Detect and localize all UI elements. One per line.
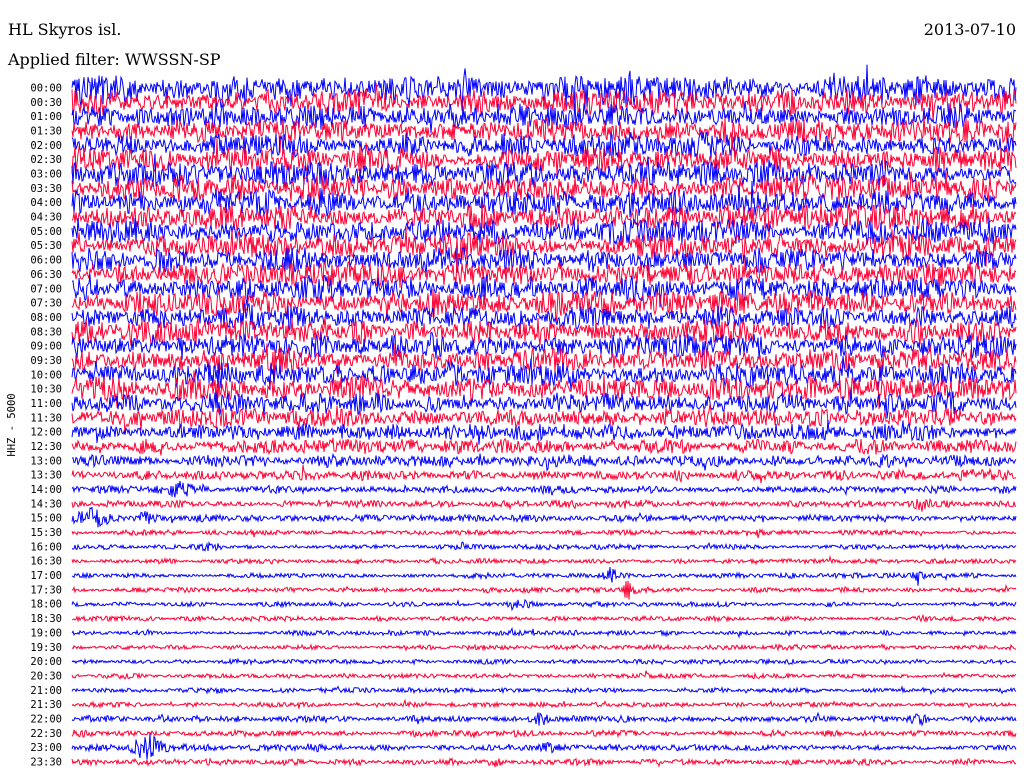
- trace-row: [71, 698, 1017, 710]
- trace-row: [71, 626, 1017, 639]
- row-time-label: 21:00: [30, 685, 62, 697]
- y-axis-label: HHZ - 5000: [6, 393, 18, 456]
- row-time-label: 13:30: [30, 470, 62, 482]
- row-time-label: 18:30: [30, 613, 62, 625]
- row-time-label: 12:30: [30, 441, 62, 453]
- trace-row: [71, 481, 1017, 498]
- row-time-label: 17:30: [30, 584, 62, 596]
- row-time-label: 00:00: [30, 83, 62, 95]
- trace-row: [71, 657, 1017, 667]
- row-time-label: 09:00: [30, 341, 62, 353]
- row-time-label: 18:00: [30, 599, 62, 611]
- row-time-label: 04:00: [30, 197, 62, 209]
- trace-row: [71, 598, 1017, 612]
- trace-row: [71, 528, 1017, 539]
- trace-row: [71, 670, 1017, 681]
- trace-row: [71, 685, 1017, 696]
- trace-row: [71, 506, 1017, 528]
- row-time-label: 16:30: [30, 556, 62, 568]
- row-time-label: 10:00: [30, 369, 62, 381]
- row-time-label: 06:00: [30, 255, 62, 267]
- row-time-label: 12:00: [30, 427, 62, 439]
- row-time-label: 16:00: [30, 541, 62, 553]
- trace-row: [71, 437, 1017, 456]
- row-time-label: 15:00: [30, 513, 62, 525]
- row-time-label: 20:30: [30, 670, 62, 682]
- row-time-label: 14:30: [30, 498, 62, 510]
- row-time-label: 09:30: [30, 355, 62, 367]
- row-time-label: 13:00: [30, 455, 62, 467]
- row-time-label: 03:30: [30, 183, 62, 195]
- row-time-labels: 00:00 00:30 01:00 01:30 02:00 02:30 03:00 03:30…: [30, 83, 62, 769]
- row-time-label: 08:00: [30, 312, 62, 324]
- row-time-label: 07:30: [30, 298, 62, 310]
- row-time-label: 19:30: [30, 642, 62, 654]
- trace-row: [71, 555, 1017, 566]
- trace-row: [71, 613, 1017, 623]
- trace-row: [71, 540, 1017, 552]
- row-time-label: 03:00: [30, 169, 62, 181]
- trace-row: [71, 733, 1017, 760]
- row-time-label: 05:00: [30, 226, 62, 238]
- trace-row: [71, 464, 1017, 484]
- row-time-label: 01:30: [30, 126, 62, 138]
- trace-row: [71, 728, 1017, 739]
- row-time-label: 11:30: [30, 412, 62, 424]
- row-time-label: 02:30: [30, 154, 62, 166]
- row-time-label: 23:00: [30, 742, 62, 754]
- trace-row: [71, 756, 1017, 768]
- row-time-label: 21:30: [30, 699, 62, 711]
- row-time-label: 08:30: [30, 326, 62, 338]
- helicorder-plot: HHZ - 5000 00:00 00:30 01:00 01:30 02:00 02:3…: [6, 64, 1017, 769]
- row-time-label: 20:00: [30, 656, 62, 668]
- row-time-label: 17:00: [30, 570, 62, 582]
- row-time-label: 22:30: [30, 728, 62, 740]
- row-time-label: 23:30: [30, 756, 62, 768]
- row-time-label: 06:30: [30, 269, 62, 281]
- trace-row: [71, 711, 1017, 727]
- row-time-label: 05:30: [30, 240, 62, 252]
- row-time-label: 04:30: [30, 212, 62, 224]
- row-time-label: 22:00: [30, 713, 62, 725]
- trace-row: [71, 567, 1017, 586]
- trace-row: [71, 498, 1017, 512]
- row-time-label: 15:30: [30, 527, 62, 539]
- trace-row: [71, 642, 1017, 652]
- trace-row: [71, 580, 1017, 600]
- row-time-label: 14:00: [30, 484, 62, 496]
- row-time-label: 19:00: [30, 627, 62, 639]
- trace-row: [71, 452, 1017, 472]
- row-time-label: 00:30: [30, 97, 62, 109]
- row-time-label: 07:00: [30, 283, 62, 295]
- row-time-label: 11:00: [30, 398, 62, 410]
- trace-row: [71, 253, 1017, 288]
- seismic-traces: [71, 64, 1017, 768]
- row-time-label: 02:00: [30, 140, 62, 152]
- row-time-label: 10:30: [30, 384, 62, 396]
- row-time-label: 01:00: [30, 111, 62, 123]
